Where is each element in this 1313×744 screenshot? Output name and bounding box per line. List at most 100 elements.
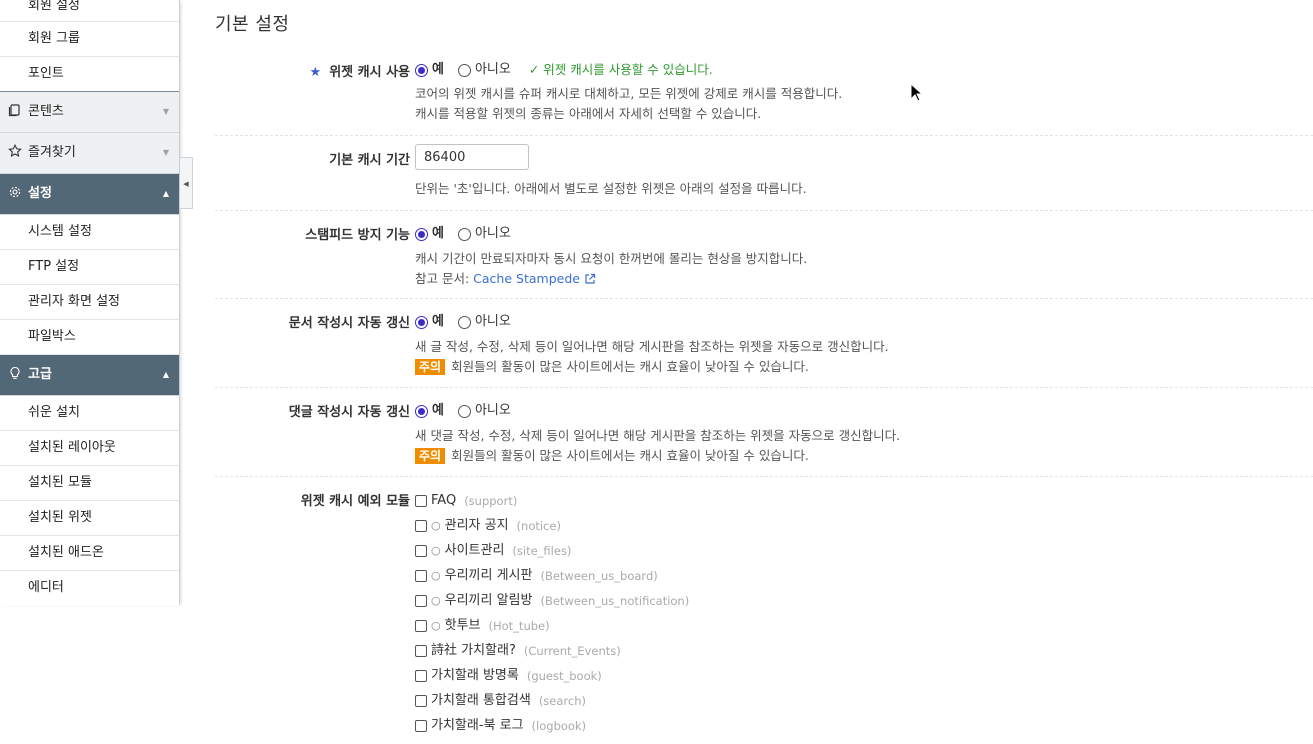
row-document-auto-refresh: 문서 작성시 자동 갱신 예 아니오 새 글 작성, 수정, 삭제 등이 일어나…	[215, 299, 1313, 388]
module-name: 사이트관리	[444, 543, 505, 558]
sidebar-item-member-groups[interactable]: 회원 그룹	[0, 22, 179, 57]
chevron-up-icon: ▲	[162, 189, 169, 198]
row-exclude-modules: 위젯 캐시 예외 모듈 FAQ (support) ○ 관리자 공지 (notice) ○…	[215, 477, 1313, 744]
sidebar-item-member-settings[interactable]: 회원 설정	[0, 0, 179, 22]
stampede-no-radio[interactable]: 아니오	[457, 224, 511, 244]
chevron-down-icon: ▼	[162, 107, 169, 116]
widget-cache-no-radio[interactable]: 아니오	[457, 60, 511, 80]
module-prefix-mark: ○	[431, 619, 441, 632]
document-icon	[8, 104, 20, 117]
required-star-icon: ★	[309, 65, 322, 80]
module-checkbox[interactable]	[415, 645, 427, 657]
warning-badge: 주의	[415, 359, 446, 375]
sidebar-item-installed-modules[interactable]: 설치된 모듈	[0, 466, 179, 501]
help-text: 코어의 위젯 캐시를 슈퍼 캐시로 대체하고, 모든 위젯에 강제로 캐시를 적…	[415, 86, 843, 101]
mouse-cursor-icon	[910, 83, 922, 102]
row-widget-cache: ★ 위젯 캐시 사용 예 아니오 ✓ 위젯 캐시를 사용할 수 있습니다. 코어의…	[215, 60, 1313, 136]
module-mid: (Hot_tube)	[488, 619, 550, 633]
comment-refresh-no-radio[interactable]: 아니오	[457, 401, 511, 421]
help-text: 캐시 기간이 만료되자마자 동시 요청이 한꺼번에 몰리는 현상을 방지합니다.	[415, 251, 808, 266]
module-mid: (logbook)	[531, 719, 587, 733]
reference-line: 참고 문서: Cache Stampede	[415, 269, 1295, 289]
sidebar-item-editor[interactable]: 에디터	[0, 571, 179, 606]
module-checkbox-item[interactable]: 가치할래-북 로그 (logbook)	[415, 716, 1295, 741]
module-prefix-mark: ○	[431, 594, 441, 607]
module-checkbox-item[interactable]: 가치할래 방명록 (guest_book)	[415, 666, 1295, 691]
module-checkbox[interactable]	[415, 595, 427, 607]
admin-sidebar: 회원 설정 회원 그룹 포인트 콘텐츠 ▼ 즐겨찾기 ▼ 설정 ▲ 시스템 설정…	[0, 0, 180, 606]
chevron-left-icon: ◀	[183, 180, 189, 188]
sidebar-group-advanced[interactable]: 고급 ▲	[0, 355, 179, 396]
widget-cache-yes-radio[interactable]: 예	[415, 60, 444, 80]
external-link-icon	[585, 273, 596, 284]
module-mid: (search)	[538, 694, 586, 708]
module-mid: (Between_us_notification)	[540, 594, 690, 608]
sidebar-item-installed-widgets[interactable]: 설치된 위젯	[0, 501, 179, 536]
module-checkbox-item[interactable]: ○ 우리끼리 알림방 (Between_us_notification)	[415, 591, 1295, 616]
module-name: 가치할래 통합검색	[431, 693, 531, 708]
module-checkbox-item[interactable]: FAQ (support)	[415, 491, 1295, 516]
chevron-up-icon: ▲	[162, 370, 169, 379]
sidebar-item-installed-layouts[interactable]: 설치된 레이아웃	[0, 431, 179, 466]
module-prefix-mark: ○	[431, 569, 441, 582]
module-name: 가치할래-북 로그	[431, 718, 524, 733]
warning-line: 주의 회원들의 활동이 많은 사이트에서는 캐시 효율이 낮아질 수 있습니다.	[415, 357, 1295, 377]
module-checkbox[interactable]	[415, 520, 427, 532]
module-name: 詩社 가치할래?	[431, 643, 516, 658]
stampede-yes-radio[interactable]: 예	[415, 224, 444, 244]
module-checkbox[interactable]	[415, 695, 427, 707]
row-label: 댓글 작성시 자동 갱신	[288, 405, 410, 420]
sidebar-item-points[interactable]: 포인트	[0, 57, 179, 92]
gear-icon	[9, 186, 21, 198]
module-checkbox[interactable]	[415, 670, 427, 682]
sidebar-item-filebox[interactable]: 파일박스	[0, 320, 179, 355]
row-label: 위젯 캐시 예외 모듈	[300, 494, 410, 509]
row-label: ★ 위젯 캐시 사용	[309, 65, 410, 80]
module-mid: (Between_us_board)	[540, 569, 658, 583]
module-checkbox-item[interactable]: ○ 관리자 공지 (notice)	[415, 516, 1295, 541]
sidebar-group-settings[interactable]: 설정 ▲	[0, 174, 179, 215]
module-name: 핫투브	[444, 618, 481, 633]
module-checkbox-item[interactable]: ○ 우리끼리 게시판 (Between_us_board)	[415, 566, 1295, 591]
sidebar-item-installed-addons[interactable]: 설치된 애드온	[0, 536, 179, 571]
cache-stampede-link[interactable]: Cache Stampede	[473, 271, 580, 286]
help-text: 캐시를 적용할 위젯의 종류는 아래에서 자세히 선택할 수 있습니다.	[415, 106, 762, 121]
sidebar-collapse-toggle[interactable]: ◀	[180, 157, 193, 209]
module-name: 관리자 공지	[444, 518, 509, 533]
cache-duration-input[interactable]	[415, 144, 529, 170]
warning-badge: 주의	[415, 448, 446, 464]
help-text: 새 댓글 작성, 수정, 삭제 등이 일어나면 해당 게시판을 참조하는 위젯을…	[415, 428, 901, 443]
sidebar-item-easy-install[interactable]: 쉬운 설치	[0, 396, 179, 431]
sidebar-item-admin-screen-settings[interactable]: 관리자 화면 설정	[0, 285, 179, 320]
comment-refresh-yes-radio[interactable]: 예	[415, 401, 444, 421]
module-checkbox-item[interactable]: ○ 핫투브 (Hot_tube)	[415, 616, 1295, 641]
module-checkbox[interactable]	[415, 495, 427, 507]
module-checkbox-list: FAQ (support) ○ 관리자 공지 (notice) ○ 사이트관리 (site_f…	[415, 491, 1295, 741]
row-label: 스탬피드 방지 기능	[305, 228, 410, 243]
module-checkbox-item[interactable]: 가치할래 통합검색 (search)	[415, 691, 1295, 716]
module-checkbox[interactable]	[415, 620, 427, 632]
sidebar-item-system-settings[interactable]: 시스템 설정	[0, 215, 179, 250]
module-name: FAQ	[431, 493, 457, 508]
module-name: 우리끼리 알림방	[444, 593, 533, 608]
module-checkbox-item[interactable]: ○ 사이트관리 (site_files)	[415, 541, 1295, 566]
module-mid: (support)	[464, 494, 518, 508]
sidebar-group-favorites[interactable]: 즐겨찾기 ▼	[0, 133, 179, 174]
sidebar-item-ftp-settings[interactable]: FTP 설정	[0, 250, 179, 285]
module-checkbox[interactable]	[415, 720, 427, 732]
module-prefix-mark: ○	[431, 519, 441, 532]
star-icon	[8, 144, 22, 157]
module-mid: (notice)	[516, 519, 561, 533]
bulb-icon	[10, 366, 20, 379]
module-prefix-mark: ○	[431, 544, 441, 557]
help-text: 새 글 작성, 수정, 삭제 등이 일어나면 해당 게시판을 참조하는 위젯을 …	[415, 339, 889, 354]
doc-refresh-no-radio[interactable]: 아니오	[457, 312, 511, 332]
module-checkbox-item[interactable]: 詩社 가치할래? (Current_Events)	[415, 641, 1295, 666]
module-checkbox[interactable]	[415, 545, 427, 557]
warning-line: 주의 회원들의 활동이 많은 사이트에서는 캐시 효율이 낮아질 수 있습니다.	[415, 446, 1295, 466]
module-checkbox[interactable]	[415, 570, 427, 582]
cache-available-message: ✓ 위젯 캐시를 사용할 수 있습니다.	[528, 62, 713, 77]
chevron-down-icon: ▼	[162, 148, 169, 157]
sidebar-group-content[interactable]: 콘텐츠 ▼	[0, 92, 179, 133]
doc-refresh-yes-radio[interactable]: 예	[415, 312, 444, 332]
